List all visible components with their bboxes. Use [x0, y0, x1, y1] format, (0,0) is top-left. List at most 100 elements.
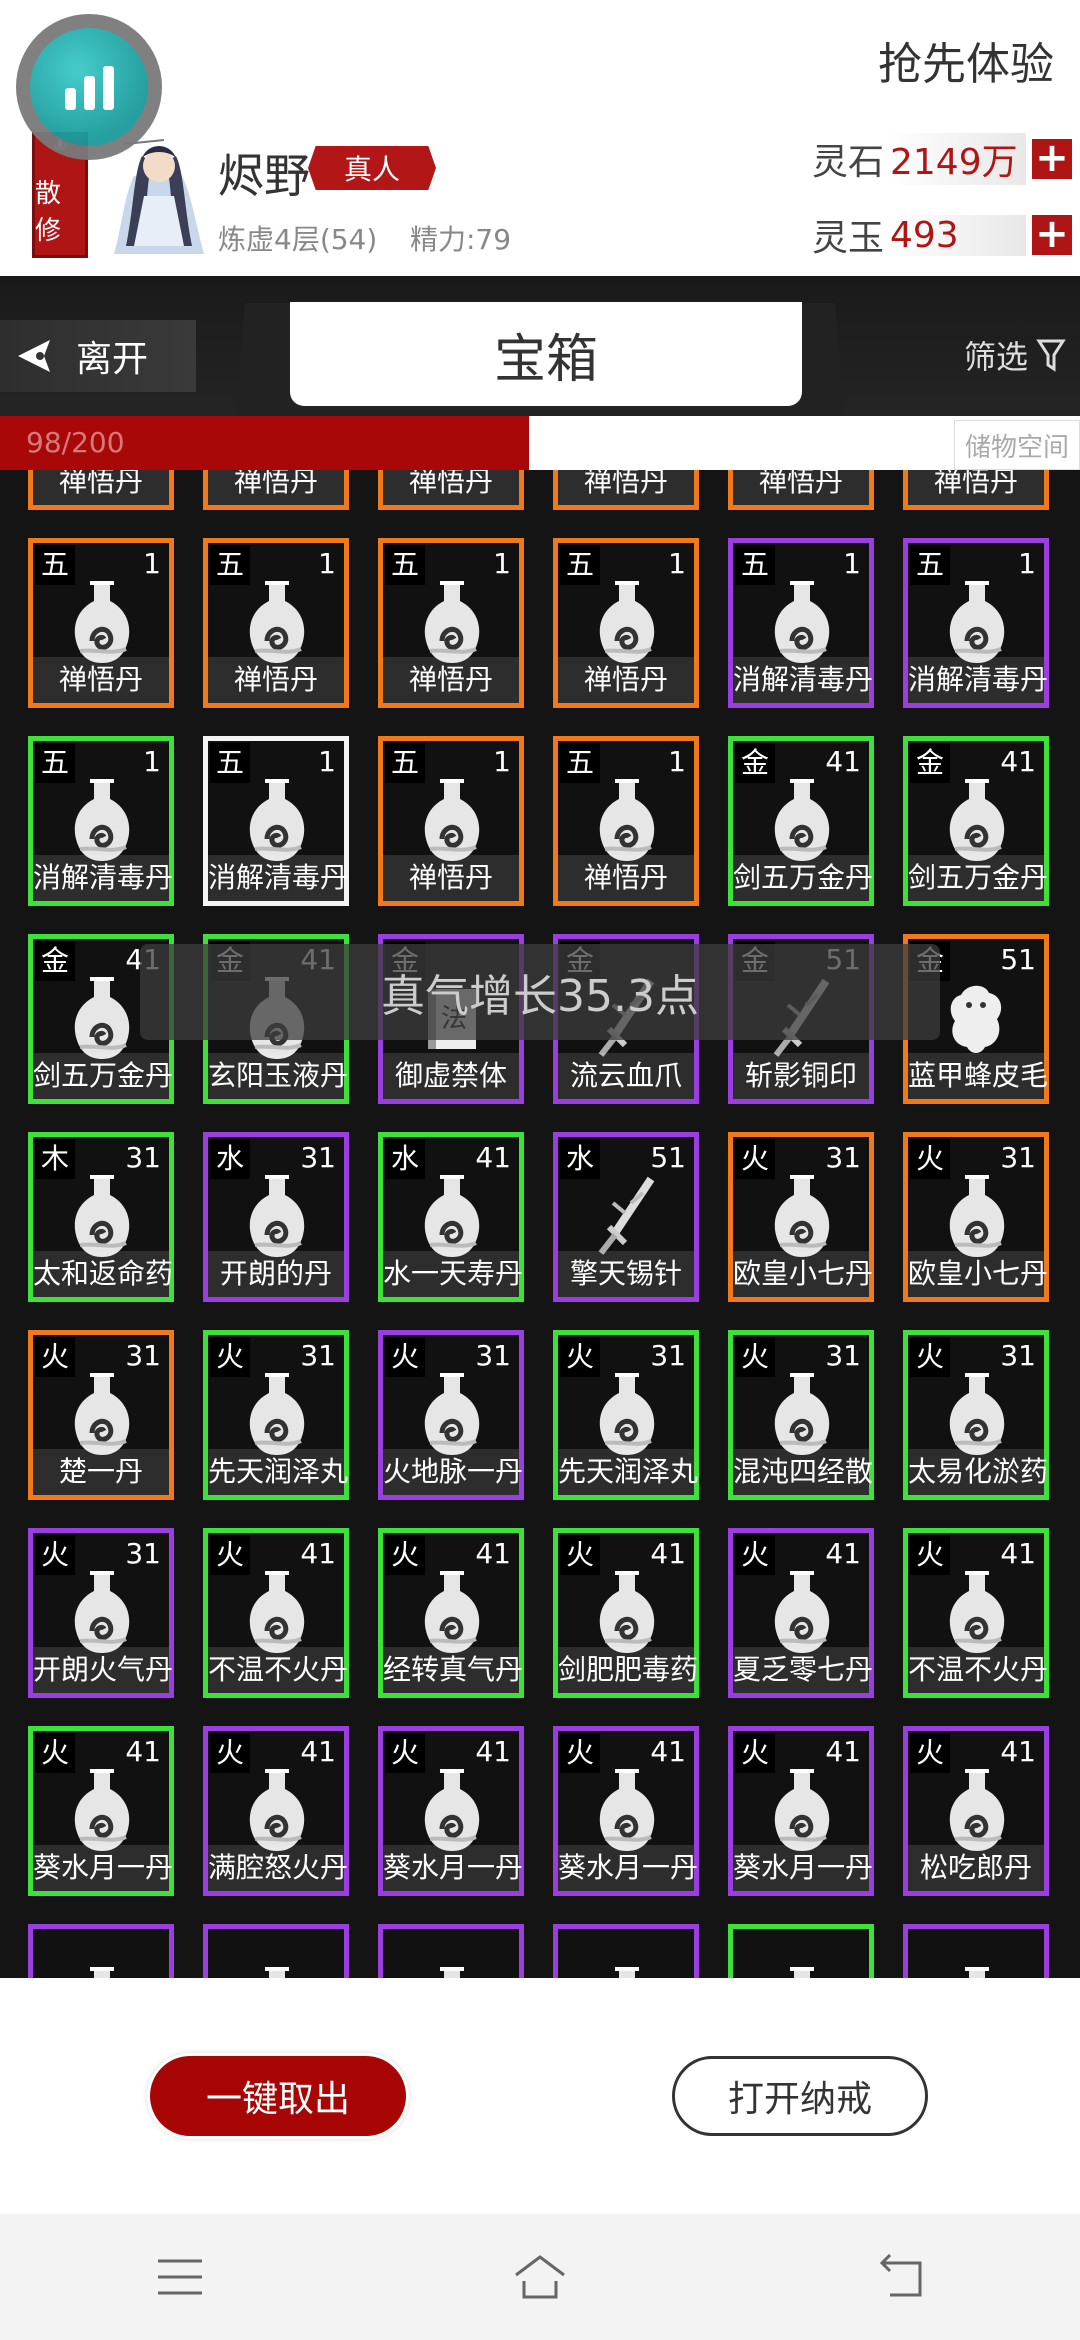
pill-bottle-icon — [424, 1769, 480, 1851]
item-level: 31 — [475, 1339, 511, 1372]
item-slot[interactable]: 火 41 不温不火丹 — [203, 1528, 349, 1698]
item-slot[interactable]: 火 31 开朗火气丹 — [28, 1528, 174, 1698]
open-ring-button[interactable]: 打开纳戒 — [672, 2056, 928, 2136]
item-grid: 禅悟丹 禅悟丹 禅悟丹 禅悟丹 禅悟丹 禅悟丹五 1 禅悟丹五 1 禅悟丹五 1 禅悟丹五 1 禅悟丹五 1… — [0, 470, 1080, 1978]
item-slot[interactable]: 火 41 夏乏零七丹 — [728, 1528, 874, 1698]
item-slot[interactable] — [203, 1924, 349, 1978]
item-name: 太和返命药 — [33, 1251, 173, 1297]
item-name: 禅悟丹 — [558, 470, 694, 505]
pill-bottle-icon — [74, 1175, 130, 1257]
pill-bottle-icon — [440, 1967, 464, 1978]
item-slot[interactable] — [903, 1924, 1049, 1978]
item-slot[interactable]: 火 31 欧皇小七丹 — [903, 1132, 1049, 1302]
item-name: 蓝甲蜂皮毛 — [908, 1053, 1048, 1099]
grid-row: 禅悟丹 禅悟丹 禅悟丹 禅悟丹 禅悟丹 禅悟丹 — [0, 470, 1080, 510]
filter-button[interactable]: 筛选 — [964, 332, 1066, 378]
item-slot[interactable]: 火 41 满腔怒火丹 — [203, 1726, 349, 1896]
item-level: 31 — [650, 1339, 686, 1372]
item-name: 葵水月一丹 — [33, 1845, 173, 1891]
item-name: 先天润泽丸 — [208, 1449, 348, 1495]
item-slot[interactable] — [28, 1924, 174, 1978]
item-name: 太易化淤药 — [908, 1449, 1048, 1495]
item-slot[interactable]: 五 1 禅悟丹 — [28, 538, 174, 708]
item-slot[interactable]: 五 1 禅悟丹 — [553, 736, 699, 906]
item-slot[interactable]: 火 31 先天润泽丸 — [203, 1330, 349, 1500]
item-slot[interactable] — [553, 1924, 699, 1978]
item-slot[interactable]: 五 1 禅悟丹 — [553, 538, 699, 708]
item-slot[interactable]: 五 1 消解清毒丹 — [203, 736, 349, 906]
add-spirit-stone-button[interactable]: + — [1032, 138, 1072, 179]
item-slot[interactable]: 火 31 先天润泽丸 — [553, 1330, 699, 1500]
item-name: 禅悟丹 — [383, 657, 519, 703]
floating-stats-button[interactable] — [16, 14, 162, 160]
pill-bottle-icon — [774, 1571, 830, 1653]
item-slot[interactable]: 火 41 经转真气丹 — [378, 1528, 524, 1698]
pill-bottle-icon — [965, 1967, 989, 1978]
item-slot[interactable]: 火 41 不温不火丹 — [903, 1528, 1049, 1698]
item-slot[interactable]: 火 31 火地脉一丹 — [378, 1330, 524, 1500]
item-slot[interactable]: 五 1 禅悟丹 — [378, 538, 524, 708]
early-access-label[interactable]: 抢先体验 — [878, 28, 1054, 92]
currency-spirit-stone: 灵石 2149万 + — [812, 133, 1072, 185]
item-slot[interactable]: 金41剑五万金丹 — [903, 736, 1049, 906]
item-slot[interactable] — [378, 1924, 524, 1978]
item-slot[interactable]: 火 41 葵水月一丹 — [378, 1726, 524, 1896]
item-slot[interactable]: 火 41 葵水月一丹 — [728, 1726, 874, 1896]
home-icon[interactable] — [510, 2247, 570, 2307]
menu-icon[interactable] — [150, 2247, 210, 2307]
item-level: 31 — [825, 1141, 861, 1174]
item-slot[interactable]: 五 1 禅悟丹 — [203, 538, 349, 708]
item-slot[interactable]: 五 1 消解清毒丹 — [903, 538, 1049, 708]
pill-bottle-icon — [599, 581, 655, 663]
pill-bottle-icon — [424, 1175, 480, 1257]
item-name: 不温不火丹 — [908, 1647, 1048, 1693]
grid-row: 火 31 开朗火气丹火 41 不温不火丹火 41 经转真气丹火 41 剑肥肥毒药火 41 夏乏零七丹… — [0, 1528, 1080, 1698]
item-slot[interactable]: 五 1 消解清毒丹 — [728, 538, 874, 708]
item-name: 禅悟丹 — [383, 470, 519, 505]
grid-row: 五 1 禅悟丹五 1 禅悟丹五 1 禅悟丹五 1 禅悟丹五 1 消解清毒丹五 1 消解清毒丹 — [0, 538, 1080, 708]
item-slot[interactable]: 水 31 开朗的丹 — [203, 1132, 349, 1302]
item-slot[interactable]: 火 41 松吃郎丹 — [903, 1726, 1049, 1896]
toast-message: 真气增长35.3点 — [140, 944, 940, 1040]
grid-row: 火 31 楚一丹火 31 先天润泽丸火 31 火地脉一丹火 31 先天润泽丸火 31 混沌四经散火 3… — [0, 1330, 1080, 1500]
item-name: 剑五万金丹 — [733, 855, 873, 901]
item-slot[interactable]: 禅悟丹 — [903, 470, 1049, 510]
player-name: 烬野 — [218, 149, 310, 203]
item-slot[interactable]: 金41剑五万金丹 — [728, 736, 874, 906]
item-slot[interactable]: 禅悟丹 — [553, 470, 699, 510]
item-slot[interactable]: 禅悟丹 — [203, 470, 349, 510]
item-level: 1 — [143, 547, 161, 580]
pill-bottle-icon — [599, 1571, 655, 1653]
item-slot[interactable]: 禅悟丹 — [378, 470, 524, 510]
back-icon[interactable] — [870, 2247, 930, 2307]
item-slot[interactable]: 火 41 剑肥肥毒药 — [553, 1528, 699, 1698]
item-slot[interactable]: 火 41 葵水月一丹 — [553, 1726, 699, 1896]
item-slot[interactable] — [728, 1924, 874, 1978]
item-name: 欧皇小七丹 — [908, 1251, 1048, 1297]
item-level: 1 — [493, 547, 511, 580]
item-slot[interactable]: 五 1 禅悟丹 — [378, 736, 524, 906]
item-slot[interactable]: 木 31 太和返命药 — [28, 1132, 174, 1302]
item-slot[interactable]: 火 31 混沌四经散 — [728, 1330, 874, 1500]
item-slot[interactable]: 禅悟丹 — [728, 470, 874, 510]
tab-treasure-chest[interactable]: 宝箱 — [290, 302, 802, 406]
player-avatar[interactable] — [104, 136, 214, 256]
weapon-icon — [598, 1176, 655, 1255]
item-slot[interactable]: 火 31 欧皇小七丹 — [728, 1132, 874, 1302]
item-name: 禅悟丹 — [733, 470, 869, 505]
item-slot[interactable]: 火 31 楚一丹 — [28, 1330, 174, 1500]
item-slot[interactable]: 火 31 太易化淤药 — [903, 1330, 1049, 1500]
storage-space-button[interactable]: 储物空间 — [953, 420, 1080, 470]
leave-button[interactable]: 离开 — [0, 320, 196, 392]
take-all-button[interactable]: 一键取出 — [150, 2056, 406, 2136]
add-spirit-jade-button[interactable]: + — [1032, 214, 1072, 255]
item-slot[interactable]: 五 1 消解清毒丹 — [28, 736, 174, 906]
item-name: 禅悟丹 — [208, 657, 344, 703]
item-level: 31 — [1000, 1141, 1036, 1174]
item-slot[interactable]: 火 41 葵水月一丹 — [28, 1726, 174, 1896]
item-slot[interactable]: 禅悟丹 — [28, 470, 174, 510]
item-slot[interactable]: 水 51 擎天锡针 — [553, 1132, 699, 1302]
currency-value: 2149万 — [886, 133, 1026, 185]
item-name: 禅悟丹 — [33, 470, 169, 505]
item-slot[interactable]: 水 41 水一天寿丹 — [378, 1132, 524, 1302]
